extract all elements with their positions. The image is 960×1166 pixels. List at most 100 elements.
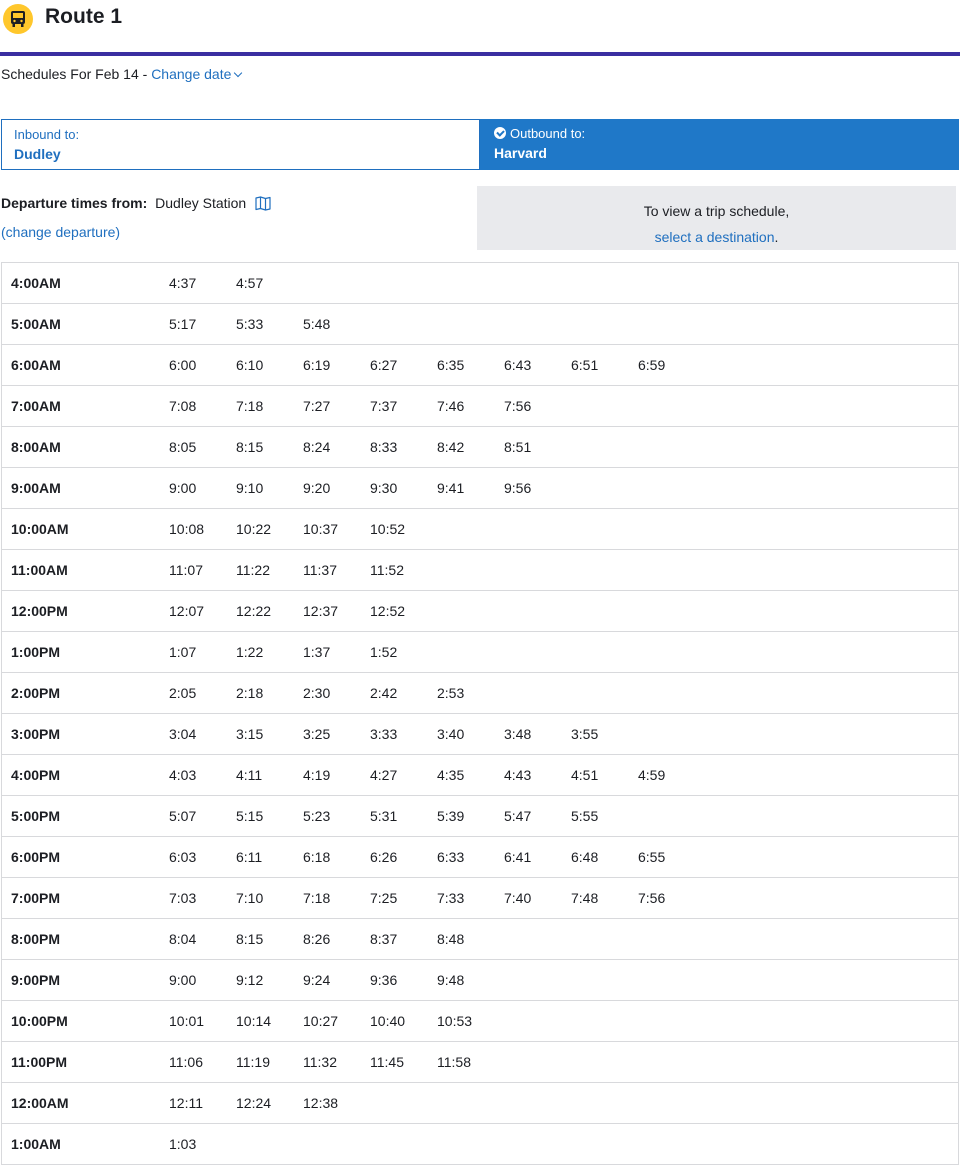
departure-time: 10:08 [169, 521, 205, 537]
schedule-row: 4:00PM 4:03 4:11 4:19 4:27 4:35 4:43 4:51 4:59 [2, 755, 958, 796]
departure-time: 4:35 [437, 767, 465, 783]
schedule-row: 7:00PM 7:03 7:10 7:18 7:25 7:33 7:40 7:48 7:56 [2, 878, 958, 919]
departure-time: 7:10 [236, 890, 264, 906]
departure-station: Dudley Station [155, 195, 247, 211]
departure-time: 9:41 [437, 480, 465, 496]
hour-label: 1:00AM [11, 1136, 61, 1152]
departure-time: 2:53 [437, 685, 465, 701]
departure-time: 6:48 [571, 849, 599, 865]
hour-label: 6:00AM [11, 357, 61, 373]
departure-time: 6:27 [370, 357, 398, 373]
departure-time: 11:32 [303, 1054, 337, 1070]
departure-time: 9:20 [303, 480, 331, 496]
hour-label: 8:00PM [11, 931, 61, 947]
departure-time: 9:48 [437, 972, 465, 988]
schedule-row: 12:00PM 12:07 12:22 12:37 12:52 [2, 591, 958, 632]
departure-time: 5:31 [370, 808, 398, 824]
hour-label: 10:00AM [11, 521, 69, 537]
departure-time: 7:27 [303, 398, 331, 414]
departure-time: 2:30 [303, 685, 331, 701]
departure-time: 3:55 [571, 726, 599, 742]
hour-label: 4:00PM [11, 767, 61, 783]
departure-time: 11:37 [303, 562, 337, 578]
hour-label: 10:00PM [11, 1013, 68, 1029]
departure-time: 6:55 [638, 849, 666, 865]
direction-inbound-tab[interactable]: Inbound to: Dudley [1, 119, 480, 170]
schedule-row: 10:00PM 10:01 10:14 10:27 10:40 10:53 [2, 1001, 958, 1042]
direction-selector: Inbound to: Dudley Outbound to: Harvard [1, 119, 959, 170]
departure-time: 4:57 [236, 275, 264, 291]
departure-time: 11:19 [236, 1054, 270, 1070]
schedule-table: 4:00AM 4:37 4:57 5:00AM 5:17 5:33 5:48 6:00AM 6:… [1, 262, 959, 1165]
departure-time: 8:04 [169, 931, 197, 947]
departure-time: 11:22 [236, 562, 270, 578]
departure-time: 7:18 [303, 890, 331, 906]
departure-time: 7:33 [437, 890, 465, 906]
schedule-row: 10:00AM 10:08 10:22 10:37 10:52 [2, 509, 958, 550]
departure-time: 7:25 [370, 890, 398, 906]
change-date-link[interactable]: Change date [151, 66, 243, 82]
schedule-row: 2:00PM 2:05 2:18 2:30 2:42 2:53 [2, 673, 958, 714]
departure-time: 9:24 [303, 972, 331, 988]
departure-time: 5:07 [169, 808, 197, 824]
departure-time: 3:25 [303, 726, 331, 742]
change-date-label: Change date [151, 66, 232, 82]
schedule-row: 11:00AM 11:07 11:22 11:37 11:52 [2, 550, 958, 591]
departure-time: 9:36 [370, 972, 398, 988]
departure-time: 8:51 [504, 439, 532, 455]
chevron-down-icon [234, 68, 243, 78]
departure-time: 8:24 [303, 439, 331, 455]
departure-time: 6:10 [236, 357, 264, 373]
change-departure-link[interactable]: (change departure) [1, 224, 120, 240]
direction-outbound-tab[interactable]: Outbound to: Harvard [480, 119, 959, 170]
schedule-row: 5:00AM 5:17 5:33 5:48 [2, 304, 958, 345]
departure-time: 7:18 [236, 398, 264, 414]
departure-time: 12:07 [169, 603, 205, 619]
departure-time: 9:00 [169, 972, 197, 988]
departure-time: 6:18 [303, 849, 331, 865]
inbound-destination: Dudley [14, 146, 61, 162]
schedule-row: 6:00PM 6:03 6:11 6:18 6:26 6:33 6:41 6:48 6:55 [2, 837, 958, 878]
departure-time: 4:27 [370, 767, 398, 783]
departure-time: 4:43 [504, 767, 532, 783]
departure-time: 1:07 [169, 644, 197, 660]
departure-time: 12:11 [169, 1095, 203, 1111]
departure-time: 1:03 [169, 1136, 197, 1152]
departure-time: 10:53 [437, 1013, 473, 1029]
departure-time: 9:30 [370, 480, 398, 496]
hour-label: 7:00PM [11, 890, 61, 906]
bus-icon [3, 4, 33, 34]
schedule-row: 7:00AM 7:08 7:18 7:27 7:37 7:46 7:56 [2, 386, 958, 427]
departure-time: 11:07 [169, 562, 203, 578]
departure-time: 6:19 [303, 357, 331, 373]
departure-time: 10:27 [303, 1013, 339, 1029]
outbound-label: Outbound to: [510, 126, 586, 141]
departure-time: 10:52 [370, 521, 406, 537]
hour-label: 9:00PM [11, 972, 61, 988]
departure-time: 3:40 [437, 726, 465, 742]
map-icon[interactable] [255, 196, 271, 214]
hint-text: To view a trip schedule, [643, 203, 790, 219]
departure-time: 8:37 [370, 931, 398, 947]
departure-time: 9:12 [236, 972, 264, 988]
departure-time: 5:15 [236, 808, 264, 824]
departure-time: 2:18 [236, 685, 264, 701]
departure-time: 6:59 [638, 357, 666, 373]
departure-time: 7:46 [437, 398, 465, 414]
departure-time: 5:33 [236, 316, 264, 332]
departure-time: 8:42 [437, 439, 465, 455]
hour-label: 5:00AM [11, 316, 61, 332]
departure-time: 6:00 [169, 357, 197, 373]
select-destination-link[interactable]: select a destination [655, 229, 775, 245]
hour-label: 12:00AM [11, 1095, 69, 1111]
hour-label: 2:00PM [11, 685, 61, 701]
departure-time: 6:26 [370, 849, 398, 865]
departure-time: 4:37 [169, 275, 197, 291]
departure-time: 7:37 [370, 398, 398, 414]
hour-label: 9:00AM [11, 480, 61, 496]
departure-time: 2:42 [370, 685, 398, 701]
departure-time: 11:58 [437, 1054, 471, 1070]
hour-label: 1:00PM [11, 644, 61, 660]
schedule-row: 1:00AM 1:03 [2, 1124, 958, 1165]
hour-label: 11:00AM [11, 562, 68, 578]
